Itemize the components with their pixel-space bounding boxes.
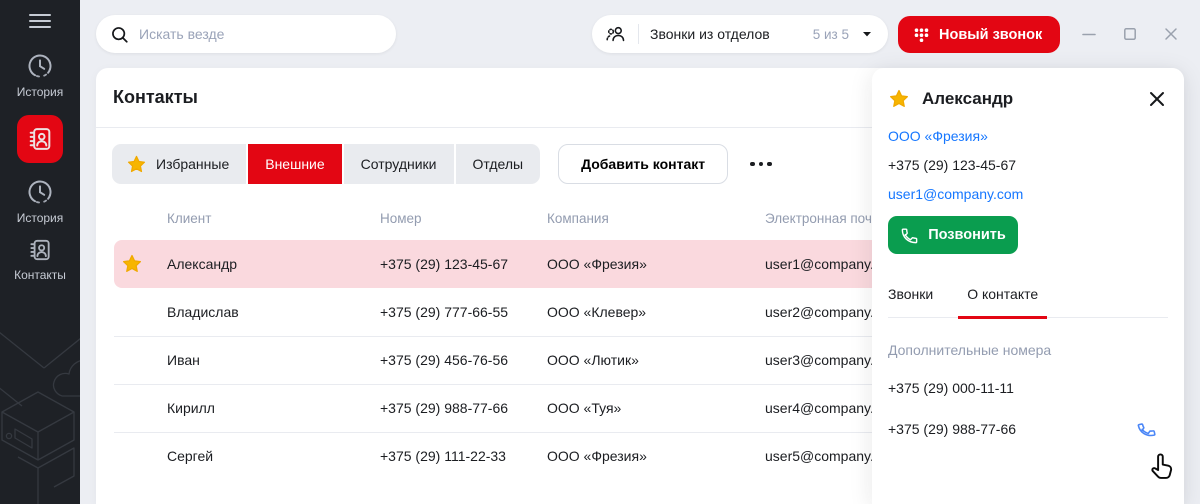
filter-tab-label: Сотрудники [361, 156, 437, 172]
filter-tab[interactable]: Избранные [112, 144, 246, 184]
more-options-icon[interactable] [744, 152, 778, 177]
clock-history-icon [26, 178, 54, 206]
calls-filter-dropdown[interactable]: Звонки из отделов 5 из 5 [592, 15, 888, 53]
extra-numbers-title: Дополнительные номера [888, 342, 1168, 358]
panel-tab[interactable]: О контакте [967, 286, 1038, 317]
filter-tab-label: Внешние [265, 156, 324, 172]
window-controls [1081, 26, 1179, 42]
panel-email-link[interactable]: user1@company.com [888, 186, 1168, 202]
window-maximize-icon[interactable] [1122, 26, 1138, 42]
contact-name: Иван [167, 352, 380, 368]
clock-history-icon [26, 52, 54, 80]
window-close-icon[interactable] [1163, 26, 1179, 42]
column-client: Клиент [167, 211, 380, 226]
filter-tab-label: Избранные [156, 156, 229, 172]
filter-tab-label: Отделы [473, 156, 524, 172]
topbar: Звонки из отделов 5 из 5 Новый звонок [80, 0, 1200, 68]
contact-phone: +375 (29) 777-66-55 [380, 304, 547, 320]
contact-company: ООО «Туя» [547, 400, 765, 416]
contact-name: Сергей [167, 448, 380, 464]
contact-book-icon [26, 125, 54, 153]
people-group-icon [605, 23, 627, 45]
filter-tab[interactable]: Сотрудники [344, 144, 454, 184]
new-call-label: Новый звонок [939, 27, 1042, 43]
sidebar-item-history-1[interactable]: История [0, 52, 80, 99]
calls-filter-label: Звонки из отделов [650, 26, 770, 42]
sidebar-decoration [0, 318, 80, 504]
extra-number-row[interactable]: +375 (29) 988-77-66 [888, 418, 1168, 440]
contact-name: Владислав [167, 304, 380, 320]
panel-contact-name: Александр [922, 89, 1134, 109]
panel-header: Александр [888, 88, 1168, 110]
contact-company: ООО «Фрезия» [547, 448, 765, 464]
extra-number-row[interactable]: +375 (29) 000-11-11 [888, 377, 1168, 399]
search-input[interactable] [139, 26, 382, 42]
call-number-phone-icon[interactable] [1137, 420, 1156, 439]
favorite-star-icon[interactable] [888, 88, 910, 110]
contact-book-icon [27, 237, 53, 263]
contact-company: ООО «Клевер» [547, 304, 765, 320]
extra-number: +375 (29) 988-77-66 [888, 421, 1016, 437]
panel-phone: +375 (29) 123-45-67 [888, 157, 1168, 173]
chevron-down-icon [860, 27, 874, 41]
contact-name: Александр [167, 256, 380, 272]
column-number: Номер [380, 211, 547, 226]
sidebar-item-label: История [17, 211, 64, 225]
search-box[interactable] [96, 15, 396, 53]
contact-phone: +375 (29) 123-45-67 [380, 256, 547, 272]
contact-phone: +375 (29) 111-22-33 [380, 448, 547, 464]
contact-name: Кирилл [167, 400, 380, 416]
filter-segmented-control: Избранные Внешние Сотрудники [112, 144, 540, 184]
call-button-label: Позвонить [928, 227, 1006, 243]
filter-tab[interactable]: Внешние [248, 144, 341, 184]
sidebar-item-label: История [17, 85, 64, 99]
close-icon[interactable] [1146, 88, 1168, 110]
contact-company: ООО «Фрезия» [547, 256, 765, 272]
column-company: Компания [547, 211, 765, 226]
calls-filter-count: 5 из 5 [813, 27, 849, 42]
extra-number: +375 (29) 000-11-11 [888, 380, 1014, 396]
sidebar: История История [0, 0, 80, 504]
search-icon [110, 25, 129, 44]
divider [638, 24, 639, 44]
panel-tabs: Звонки О контакте [888, 286, 1168, 318]
sidebar-item-contacts[interactable]: Контакты [0, 237, 80, 282]
sidebar-item-history-2[interactable]: История [0, 178, 80, 225]
window-minimize-icon[interactable] [1081, 26, 1097, 42]
call-button[interactable]: Позвонить [888, 216, 1018, 254]
favorites-star-icon [126, 154, 147, 175]
sidebar-item-contacts-active[interactable] [17, 115, 63, 163]
phone-icon [900, 226, 919, 245]
contact-phone: +375 (29) 456-76-56 [380, 352, 547, 368]
panel-tab[interactable]: Звонки [888, 286, 933, 317]
contact-detail-panel: Александр ООО «Фрезия» +375 (29) 123-45-… [872, 68, 1184, 504]
dialpad-icon [912, 26, 930, 44]
page-title: Контакты [113, 87, 198, 108]
menu-icon[interactable] [29, 13, 51, 29]
new-call-button[interactable]: Новый звонок [898, 16, 1060, 53]
extra-numbers-list: +375 (29) 000-11-11 +375 (29) 988-77-66 [888, 377, 1168, 440]
contact-phone: +375 (29) 988-77-66 [380, 400, 547, 416]
sidebar-item-label: Контакты [14, 268, 66, 282]
contact-company: ООО «Лютик» [547, 352, 765, 368]
add-contact-button[interactable]: Добавить контакт [558, 144, 728, 184]
filter-tab[interactable]: Отделы [456, 144, 541, 184]
panel-company-link[interactable]: ООО «Фрезия» [888, 128, 1168, 144]
favorite-star-icon [121, 253, 143, 275]
